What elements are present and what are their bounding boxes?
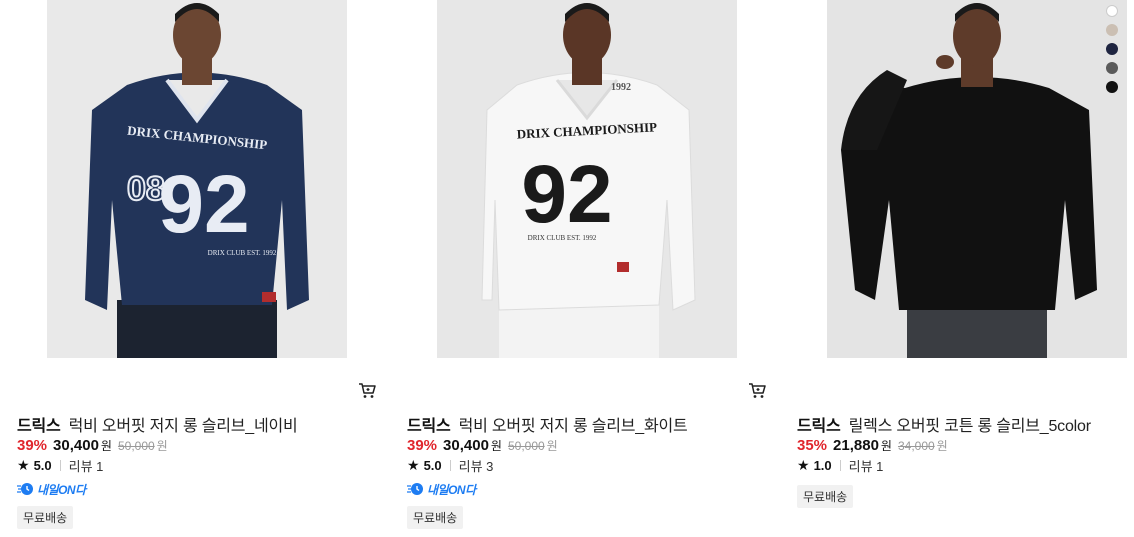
product-image[interactable]: 1992 DRIX CHAMPIONSHIP 92 DRIX CLUB EST.… — [437, 0, 737, 358]
price-row: 39% 30,400 원 50,000 원 — [407, 437, 558, 454]
rating-row: ★ 1.0 리뷰 1 — [797, 456, 883, 475]
free-shipping-tag: 무료배송 — [797, 485, 854, 508]
product-title[interactable]: 드릭스 럭비 오버핏 저지 롱 슬리브_화이트 — [407, 412, 688, 436]
original-currency-label: 원 — [156, 439, 168, 453]
original-price: 50,000 — [507, 439, 545, 453]
product-name[interactable]: 릴렉스 오버핏 코튼 롱 슬리브_5color — [849, 418, 1092, 435]
divider — [59, 460, 61, 471]
fast-delivery-icon — [407, 483, 423, 495]
discount-rate: 39% — [17, 437, 48, 454]
delivery-label: 내일ON다 — [37, 482, 86, 497]
fast-delivery-icon — [17, 483, 33, 495]
delivery-badge: 내일ON다 — [17, 481, 86, 497]
product-card[interactable]: 1992 DRIX CHAMPIONSHIP 92 DRIX CLUB EST.… — [407, 0, 777, 537]
delivery-label: 내일ON다 — [427, 482, 476, 497]
sale-price: 30,400 — [53, 437, 99, 454]
star-icon: ★ — [17, 457, 30, 473]
product-card[interactable]: DRIX CHAMPIONSHIP 92 08 DRIX CLUB EST. 1… — [17, 0, 387, 537]
discount-rate: 39% — [407, 437, 438, 454]
brand-name[interactable]: 드릭스 — [407, 418, 451, 435]
original-price: 34,000 — [897, 439, 935, 453]
brand-name[interactable]: 드릭스 — [17, 418, 61, 435]
color-swatch-navy[interactable] — [1106, 43, 1118, 55]
divider — [449, 460, 451, 471]
rating-row: ★ 5.0 리뷰 3 — [407, 456, 493, 475]
original-price: 50,000 — [117, 439, 155, 453]
color-swatch-white[interactable] — [1106, 5, 1118, 17]
review-count: 리뷰 3 — [458, 459, 494, 474]
add-to-cart-button[interactable] — [747, 380, 767, 400]
product-title[interactable]: 드릭스 릴렉스 오버핏 코튼 롱 슬리브_5color — [797, 412, 1091, 436]
brand-name[interactable]: 드릭스 — [797, 418, 841, 435]
review-count: 리뷰 1 — [68, 459, 104, 474]
svg-text:08: 08 — [127, 170, 165, 208]
free-shipping-tag: 무료배송 — [17, 506, 74, 529]
product-image[interactable]: DRIX CHAMPIONSHIP 92 08 DRIX CLUB EST. 1… — [47, 0, 347, 358]
color-swatch-black[interactable] — [1106, 81, 1118, 93]
add-to-cart-button[interactable] — [357, 380, 377, 400]
svg-text:92: 92 — [158, 159, 249, 250]
svg-text:DRIX CLUB EST. 1992: DRIX CLUB EST. 1992 — [208, 249, 277, 257]
cart-icon — [359, 383, 376, 398]
product-card[interactable]: 드릭스 릴렉스 오버핏 코튼 롱 슬리브_5color 35% 21,880 원 … — [797, 0, 1134, 537]
rating-row: ★ 5.0 리뷰 1 — [17, 456, 103, 475]
sale-price: 21,880 — [833, 437, 879, 454]
original-currency-label: 원 — [936, 439, 948, 453]
svg-text:1992: 1992 — [611, 82, 631, 93]
color-swatch-beige[interactable] — [1106, 24, 1118, 36]
free-shipping-tag: 무료배송 — [407, 506, 464, 529]
rating-score: 5.0 — [423, 458, 442, 473]
sale-price: 30,400 — [443, 437, 489, 454]
rating-score: 1.0 — [813, 458, 832, 473]
delivery-badge: 내일ON다 — [407, 481, 476, 497]
star-icon: ★ — [407, 457, 420, 473]
color-swatch-gray[interactable] — [1106, 62, 1118, 74]
currency-label: 원 — [490, 439, 502, 453]
svg-text:DRIX CLUB EST. 1992: DRIX CLUB EST. 1992 — [528, 234, 597, 242]
color-swatches — [1106, 5, 1120, 100]
product-name[interactable]: 럭비 오버핏 저지 롱 슬리브_화이트 — [459, 418, 688, 435]
currency-label: 원 — [100, 439, 112, 453]
discount-rate: 35% — [797, 437, 828, 454]
svg-text:92: 92 — [521, 149, 612, 240]
star-icon: ★ — [797, 457, 810, 473]
product-name[interactable]: 럭비 오버핏 저지 롱 슬리브_네이비 — [69, 418, 298, 435]
review-count: 리뷰 1 — [848, 459, 884, 474]
product-title[interactable]: 드릭스 럭비 오버핏 저지 롱 슬리브_네이비 — [17, 412, 298, 436]
price-row: 35% 21,880 원 34,000 원 — [797, 437, 948, 454]
rating-score: 5.0 — [33, 458, 52, 473]
product-image[interactable] — [827, 0, 1127, 358]
divider — [839, 460, 841, 471]
cart-icon — [749, 383, 766, 398]
original-currency-label: 원 — [546, 439, 558, 453]
currency-label: 원 — [880, 439, 892, 453]
price-row: 39% 30,400 원 50,000 원 — [17, 437, 168, 454]
